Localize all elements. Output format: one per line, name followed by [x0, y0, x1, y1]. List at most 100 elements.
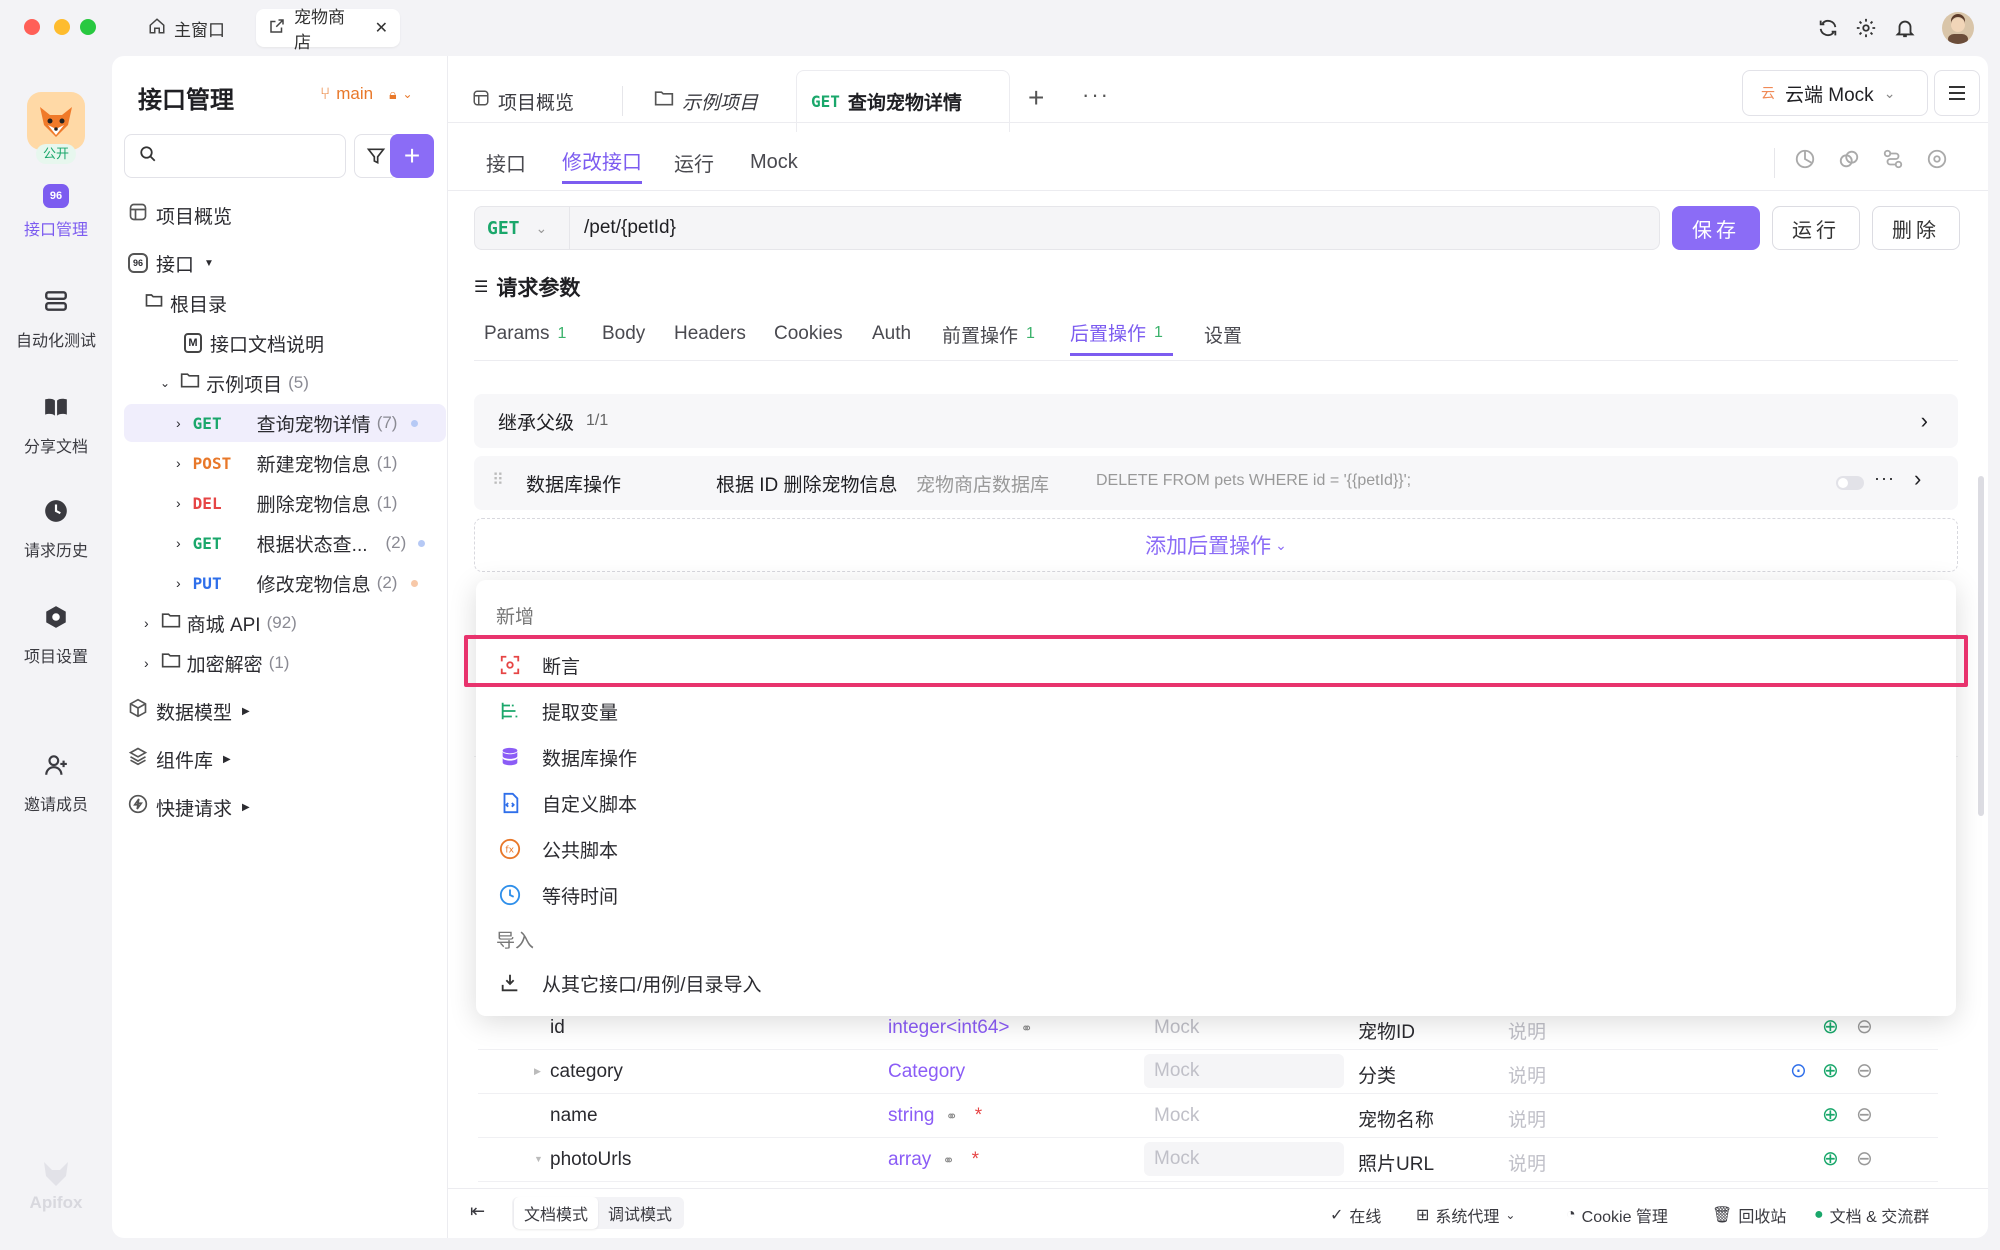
schema-field-row[interactable]: ▶ category Category Mock 分类 说明 ⊙ ⊕ ⊖ [478, 1050, 1938, 1094]
field-description[interactable]: 说明 [1508, 1017, 1546, 1044]
tree-folder-example[interactable]: ⌄ 示例项目 (5) [124, 364, 446, 402]
field-type[interactable]: array ⚭ * [888, 1149, 979, 1171]
add-button[interactable]: + [390, 134, 434, 178]
settings-icon[interactable] [1926, 148, 1948, 175]
window-tab-main[interactable]: 主窗口 [136, 9, 237, 47]
param-tab-post[interactable]: 后置操作 1 [1070, 312, 1173, 356]
param-tab-params[interactable]: Params 1 [484, 312, 566, 356]
field-type[interactable]: string ⚭ * [888, 1105, 982, 1127]
tree-item-interfaces[interactable]: 96 接口 ▼ [124, 244, 446, 282]
mock-input[interactable]: Mock [1154, 1105, 1199, 1127]
field-title[interactable]: 分类 [1358, 1061, 1396, 1088]
rail-item-automation[interactable]: 自动化测试 [0, 288, 112, 351]
schema-field-row[interactable]: ▼ photoUrls array ⚭ * Mock 照片URL 说明 ⊕ ⊖ [478, 1138, 1938, 1182]
subtab-edit[interactable]: 修改接口 [562, 140, 642, 184]
param-tab-headers[interactable]: Headers [674, 312, 746, 356]
param-tab-settings[interactable]: 设置 [1204, 312, 1242, 356]
param-tab-cookies[interactable]: Cookies [774, 312, 843, 356]
subtab-run[interactable]: 运行 [674, 140, 714, 184]
param-tab-auth[interactable]: Auth [872, 312, 911, 356]
window-tab-petstore[interactable]: 宠物商店 ✕ [256, 8, 400, 52]
debug-mode-button[interactable]: 调试模式 [598, 1197, 682, 1229]
new-tab-button[interactable]: + [1028, 82, 1044, 114]
branch-selector[interactable]: ⑂ main 🔒︎ ⌄ [320, 84, 413, 104]
menu-item-import[interactable]: 从其它接口/用例/目录导入 [476, 960, 1956, 1006]
menu-item-extract-variable[interactable]: 提取变量 [476, 688, 1956, 734]
more-icon[interactable]: ··· [1874, 468, 1895, 489]
close-tab-icon[interactable]: ✕ [375, 18, 388, 38]
tree-item-components[interactable]: 组件库 ▶ [124, 740, 446, 778]
bell-icon[interactable] [1892, 15, 1918, 41]
search-input[interactable] [124, 134, 346, 178]
tree-folder-crypto[interactable]: › 加密解密 (1) [124, 644, 446, 682]
recycle-bin[interactable]: 🗑︎ 回收站 [1712, 1203, 1786, 1227]
online-status[interactable]: ✓ 在线 [1330, 1203, 1381, 1227]
scrollbar[interactable] [1978, 476, 1984, 816]
add-field-icon[interactable]: ⊕ [1822, 1014, 1839, 1039]
caret-right-icon[interactable]: ▶ [534, 1066, 541, 1077]
rail-item-project-settings[interactable]: 项目设置 [0, 604, 112, 667]
tree-item-data-models[interactable]: 数据模型 ▶ [124, 692, 446, 730]
minimize-window-button[interactable] [54, 19, 70, 35]
tree-folder-shop[interactable]: › 商城 API (92) [124, 604, 446, 642]
field-type[interactable]: Category [888, 1061, 965, 1083]
save-button[interactable]: 保存 [1672, 206, 1760, 250]
tree-endpoint[interactable]: › POST 新建宠物信息 (1) [124, 444, 446, 482]
tree-endpoint[interactable]: › GET 根据状态查... (2) [124, 524, 446, 562]
method-select[interactable]: GET ⌄ [474, 206, 570, 250]
tree-endpoint[interactable]: › PUT 修改宠物信息 (2) [124, 564, 446, 602]
run-button[interactable]: 运行 [1772, 206, 1860, 250]
subtab-mock[interactable]: Mock [750, 140, 798, 184]
maximize-window-button[interactable] [80, 19, 96, 35]
field-description[interactable]: 说明 [1508, 1149, 1546, 1176]
tree-item-quick-request[interactable]: 快捷请求 ▶ [124, 788, 446, 826]
gear-icon[interactable] [1853, 15, 1879, 41]
refresh-icon[interactable] [1815, 15, 1841, 41]
rail-item-api-management[interactable]: 96 接口管理 [0, 184, 112, 240]
more-tabs-icon[interactable]: ··· [1082, 82, 1110, 108]
tree-endpoint[interactable]: › GET 查询宠物详情 (7) [124, 404, 446, 442]
url-input[interactable]: /pet/{petId} [570, 206, 1660, 250]
chevron-right-icon[interactable]: › [1914, 466, 1921, 492]
community-link[interactable]: ● 文档 & 交流群 [1814, 1203, 1929, 1227]
tree-endpoint[interactable]: › DEL 删除宠物信息 (1) [124, 484, 446, 522]
param-tab-body[interactable]: Body [602, 312, 645, 356]
caret-down-icon[interactable]: ▼ [534, 1154, 543, 1164]
field-description[interactable]: 说明 [1508, 1105, 1546, 1132]
avatar[interactable] [1942, 12, 1974, 44]
remove-field-icon[interactable]: ⊖ [1856, 1014, 1873, 1039]
field-type[interactable]: integer<int64> ⚭ [888, 1017, 1033, 1039]
add-field-icon[interactable]: ⊕ [1822, 1146, 1839, 1171]
search-field[interactable] [167, 147, 327, 165]
more-options-icon[interactable]: ⊙ [1790, 1058, 1807, 1083]
menu-button[interactable] [1934, 70, 1980, 116]
env-selector[interactable]: 云 云端 Mock ⌄ [1742, 70, 1928, 116]
copy-icon[interactable] [1838, 148, 1860, 175]
field-title[interactable]: 宠物名称 [1358, 1105, 1434, 1132]
proxy-selector[interactable]: ⊞ 系统代理 ⌄ [1416, 1203, 1515, 1227]
menu-item-custom-script[interactable]: 自定义脚本 [476, 780, 1956, 826]
subtab-interface[interactable]: 接口 [486, 140, 526, 184]
chart-icon[interactable] [1794, 148, 1816, 175]
param-tab-pre[interactable]: 前置操作 1 [942, 312, 1035, 356]
flow-icon[interactable] [1882, 148, 1904, 175]
field-title[interactable]: 照片URL [1358, 1149, 1434, 1176]
tree-item-overview[interactable]: 项目概览 [124, 196, 446, 234]
delete-button[interactable]: 删除 [1872, 206, 1960, 250]
field-title[interactable]: 宠物ID [1358, 1017, 1415, 1044]
enable-toggle[interactable] [1836, 476, 1864, 490]
mock-input[interactable]: Mock [1144, 1054, 1344, 1088]
menu-item-wait-time[interactable]: 等待时间 [476, 872, 1956, 918]
db-operation-row[interactable]: ⠿ 数据库操作 根据 ID 删除宠物信息 宠物商店数据库 DELETE FROM… [474, 456, 1958, 510]
mock-input[interactable]: Mock [1144, 1142, 1344, 1176]
field-description[interactable]: 说明 [1508, 1061, 1546, 1088]
close-window-button[interactable] [24, 19, 40, 35]
remove-field-icon[interactable]: ⊖ [1856, 1102, 1873, 1127]
add-field-icon[interactable]: ⊕ [1822, 1102, 1839, 1127]
menu-item-public-script[interactable]: fx 公共脚本 [476, 826, 1956, 872]
schema-field-row[interactable]: name string ⚭ * Mock 宠物名称 说明 ⊕ ⊖ [478, 1094, 1938, 1138]
add-field-icon[interactable]: ⊕ [1822, 1058, 1839, 1083]
cookie-manager[interactable]: ◔ Cookie 管理 [1566, 1203, 1668, 1227]
remove-field-icon[interactable]: ⊖ [1856, 1146, 1873, 1171]
rail-item-history[interactable]: 请求历史 [0, 498, 112, 561]
